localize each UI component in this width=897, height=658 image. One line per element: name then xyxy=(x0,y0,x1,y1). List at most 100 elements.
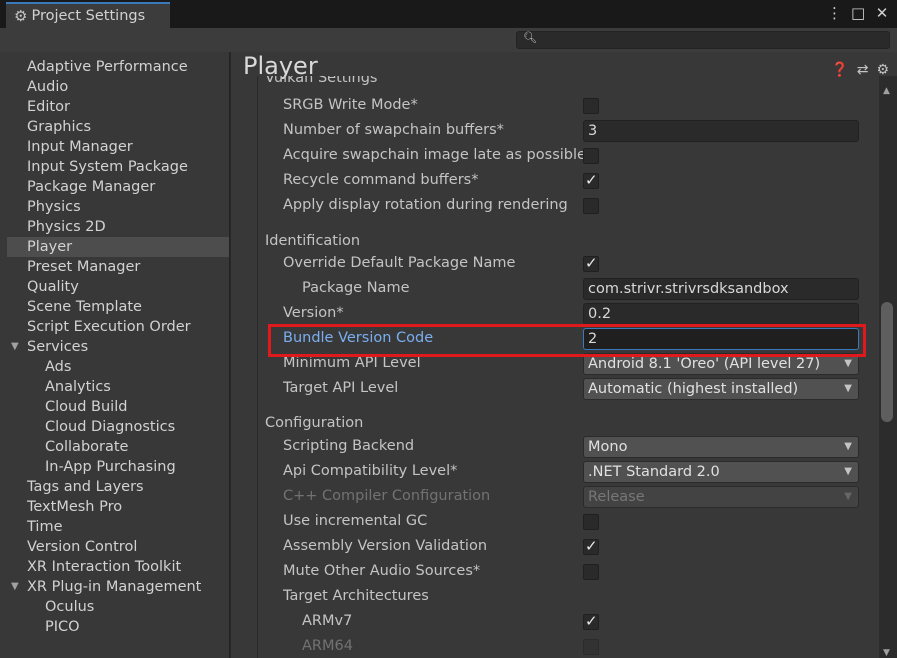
sidebar-item-quality[interactable]: Quality xyxy=(7,277,229,297)
row-display-rotation: Apply display rotation during rendering xyxy=(258,194,875,219)
sidebar-item-editor[interactable]: Editor xyxy=(7,97,229,117)
checkbox-override-package[interactable] xyxy=(583,254,599,272)
label-version: Version* xyxy=(283,305,344,321)
sidebar-item-script-execution-order[interactable]: Script Execution Order xyxy=(7,317,229,337)
sidebar-item-input-manager[interactable]: Input Manager xyxy=(7,137,229,157)
label-package-name: Package Name xyxy=(302,280,410,296)
sidebar-item-textmesh-pro[interactable]: TextMesh Pro xyxy=(7,497,229,517)
api-compat-dropdown[interactable]: .NET Standard 2.0 ▼ xyxy=(583,461,859,483)
checkbox-armv7[interactable] xyxy=(583,612,599,630)
sidebar-item-oculus[interactable]: Oculus xyxy=(7,597,229,617)
checkbox-assembly-validation[interactable] xyxy=(583,537,599,555)
label-swapchain-buffers: Number of swapchain buffers* xyxy=(283,122,504,138)
checkbox-mute-audio[interactable] xyxy=(583,564,599,580)
vertical-scrollbar[interactable]: ▲ ▼ xyxy=(879,76,897,658)
label-acquire-late: Acquire swapchain image late as possible… xyxy=(283,147,583,163)
row-target-api: Target API Level Automatic (highest inst… xyxy=(258,377,875,402)
label-mute-audio: Mute Other Audio Sources* xyxy=(283,563,481,579)
label-target-api: Target API Level xyxy=(283,380,399,396)
sidebar-item-services[interactable]: ▼ Services xyxy=(7,337,229,357)
scroll-up-arrow-icon[interactable]: ▲ xyxy=(883,86,890,96)
label-recycle-buffers: Recycle command buffers* xyxy=(283,172,479,188)
sidebar-item-cloud-build[interactable]: Cloud Build xyxy=(7,397,229,417)
maximize-icon[interactable]: □ xyxy=(851,4,865,22)
label-scripting-backend: Scripting Backend xyxy=(283,438,415,454)
sidebar-item-xr-plugin-management[interactable]: ▼ XR Plug-in Management xyxy=(7,577,229,597)
close-icon[interactable]: ✕ xyxy=(875,4,889,22)
sidebar-item-version-control[interactable]: Version Control xyxy=(7,537,229,557)
label-cpp-compiler: C++ Compiler Configuration xyxy=(283,488,491,504)
sidebar-item-package-manager[interactable]: Package Manager xyxy=(7,177,229,197)
sidebar-item-graphics[interactable]: Graphics xyxy=(7,117,229,137)
label-override-package: Override Default Package Name xyxy=(283,255,516,271)
chevron-down-icon: ▼ xyxy=(844,358,852,369)
row-assembly-validation: Assembly Version Validation xyxy=(258,535,875,560)
swapchain-buffers-field[interactable]: 3 xyxy=(583,120,859,142)
scripting-backend-value: Mono xyxy=(588,439,628,455)
row-arm64: ARM64 xyxy=(258,635,875,658)
cpp-compiler-dropdown: Release ▼ xyxy=(583,486,859,508)
chevron-down-icon: ▼ xyxy=(844,491,852,502)
sidebar-item-physics[interactable]: Physics xyxy=(7,197,229,217)
row-armv7: ARMv7 xyxy=(258,610,875,635)
checkbox-arm64 xyxy=(583,639,599,655)
sidebar-item-adaptive-performance[interactable]: Adaptive Performance xyxy=(7,57,229,77)
label-min-api: Minimum API Level xyxy=(283,355,421,371)
section-header-configuration: Configuration xyxy=(265,415,364,431)
row-incremental-gc: Use incremental GC xyxy=(258,510,875,535)
label-srgb-write-mode: SRGB Write Mode* xyxy=(283,97,418,113)
tab-label: Project Settings xyxy=(31,8,146,24)
expand-arrow-icon[interactable]: ▼ xyxy=(11,337,19,357)
section-header-vulkan: Vulkan Settings xyxy=(265,76,378,86)
sidebar-item-in-app-purchasing[interactable]: In-App Purchasing xyxy=(7,457,229,477)
target-api-dropdown[interactable]: Automatic (highest installed) ▼ xyxy=(583,378,859,400)
label-armv7: ARMv7 xyxy=(302,613,353,629)
sidebar-item-time[interactable]: Time xyxy=(7,517,229,537)
version-field[interactable]: 0.2 xyxy=(583,303,859,325)
row-package-name: Package Name com.strivr.strivrsdksandbox xyxy=(258,277,875,302)
sidebar-item-ads[interactable]: Ads xyxy=(7,357,229,377)
label-arm64: ARM64 xyxy=(302,638,353,654)
sidebar-item-pico[interactable]: PICO xyxy=(7,617,229,637)
scroll-down-arrow-icon[interactable]: ▼ xyxy=(883,648,890,658)
sidebar-item-preset-manager[interactable]: Preset Manager xyxy=(7,257,229,277)
highlight-annotation-box xyxy=(268,324,866,357)
sidebar-item-scene-template[interactable]: Scene Template xyxy=(7,297,229,317)
row-override-package: Override Default Package Name xyxy=(258,252,875,277)
target-api-value: Automatic (highest installed) xyxy=(588,381,799,397)
expand-arrow-icon[interactable]: ▼ xyxy=(11,577,19,597)
api-compat-value: .NET Standard 2.0 xyxy=(588,464,720,480)
scripting-backend-dropdown[interactable]: Mono ▼ xyxy=(583,436,859,458)
sidebar-item-analytics[interactable]: Analytics xyxy=(7,377,229,397)
section-header-identification: Identification xyxy=(265,233,361,249)
checkbox-acquire-late[interactable] xyxy=(583,148,599,164)
package-name-field[interactable]: com.strivr.strivrsdksandbox xyxy=(583,278,859,300)
label-api-compat: Api Compatibility Level* xyxy=(283,463,458,479)
sidebar-item-player[interactable]: Player xyxy=(7,237,229,257)
sidebar-item-input-system-package[interactable]: Input System Package xyxy=(7,157,229,177)
label-assembly-validation: Assembly Version Validation xyxy=(283,538,488,554)
row-srgb-write-mode: SRGB Write Mode* xyxy=(258,94,875,119)
checkbox-incremental-gc[interactable] xyxy=(583,514,599,530)
settings-content: Vulkan Settings SRGB Write Mode* Number … xyxy=(257,76,875,658)
checkbox-display-rotation[interactable] xyxy=(583,198,599,214)
more-options-icon[interactable]: ⋮ xyxy=(827,4,842,22)
tab-project-settings[interactable]: ⚙ Project Settings xyxy=(6,2,170,28)
row-cpp-compiler: C++ Compiler Configuration Release ▼ xyxy=(258,485,875,510)
title-bar: ⚙ Project Settings ⋮ □ ✕ xyxy=(0,0,897,28)
sidebar-item-xr-interaction-toolkit[interactable]: XR Interaction Toolkit xyxy=(7,557,229,577)
sidebar-item-physics-2d[interactable]: Physics 2D xyxy=(7,217,229,237)
search-input[interactable]: 🔍︎ xyxy=(516,31,890,49)
checkbox-srgb-write-mode[interactable] xyxy=(583,98,599,114)
chevron-down-icon: ▼ xyxy=(844,441,852,452)
search-icon: 🔍︎ xyxy=(523,31,537,44)
sidebar-item-tags-and-layers[interactable]: Tags and Layers xyxy=(7,477,229,497)
sidebar-item-collaborate[interactable]: Collaborate xyxy=(7,437,229,457)
sidebar-item-cloud-diagnostics[interactable]: Cloud Diagnostics xyxy=(7,417,229,437)
toolbar: 🔍︎ xyxy=(0,28,897,52)
scroll-thumb[interactable] xyxy=(881,302,893,422)
checkbox-recycle-buffers[interactable] xyxy=(583,171,599,189)
sidebar-item-audio[interactable]: Audio xyxy=(7,77,229,97)
label-target-arch: Target Architectures xyxy=(283,588,429,604)
sidebar: Adaptive Performance Audio Editor Graphi… xyxy=(0,52,230,658)
